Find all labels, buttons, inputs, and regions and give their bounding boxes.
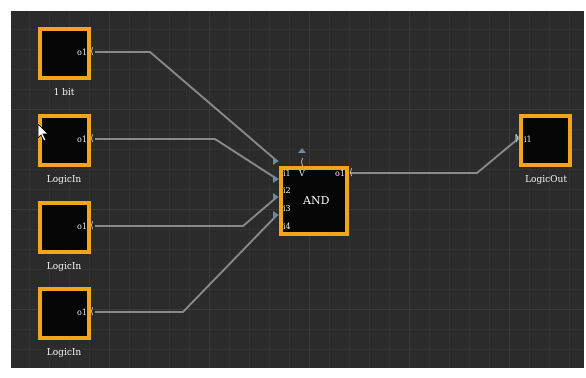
output-port-label: o1 [335,169,345,178]
input-node-1bit[interactable]: o1 [38,27,91,80]
input-port-label-i4: i4 [283,222,291,231]
input-connector-icon[interactable]: ⟩ [514,135,520,144]
mouse-cursor-icon [38,124,49,142]
node-caption: LogicIn [46,262,82,272]
output-connector-icon[interactable]: ⟨ [89,308,95,317]
node-title: AND [303,194,330,207]
output-connector-icon[interactable]: ⟨ [89,135,95,144]
output-port-label: o1 [77,135,87,144]
output-node-logicout[interactable]: i1 [519,114,572,167]
input-port-label-i1: i1 [283,169,291,178]
input-port-label: i1 [524,135,532,144]
wire-and-to-out[interactable] [350,137,520,174]
top-connector-icon[interactable]: ⟨ [299,159,305,168]
wire-in1-to-and[interactable] [95,51,278,162]
node-caption: 1 bit [53,88,75,98]
node-editor-canvas[interactable]: o1 ⟨ 1 bit o1 ⟨ LogicIn o1 ⟨ LogicIn o1 … [11,11,584,368]
output-connector-icon[interactable]: ⟨ [348,169,354,178]
input-node-logicin-2[interactable]: o1 [38,201,91,254]
node-caption: LogicIn [46,175,82,185]
input-port-label-i3: i3 [283,204,291,213]
node-caption: LogicIn [46,348,82,358]
output-connector-icon[interactable]: ⟨ [89,48,95,57]
wire-in3-to-and[interactable] [95,196,278,227]
top-port-label: V [299,169,305,178]
and-gate-node[interactable]: i1 i2 i3 i4 V o1 AND [279,166,349,236]
node-caption: LogicOut [525,175,567,185]
wire-in2-to-and[interactable] [95,138,278,180]
input-node-logicin-3[interactable]: o1 [38,287,91,340]
input-port-label-i2: i2 [283,186,291,195]
wire-in4-to-and[interactable] [95,214,278,313]
output-port-label: o1 [77,308,87,317]
output-connector-icon[interactable]: ⟨ [89,222,95,231]
output-port-label: o1 [77,222,87,231]
output-port-label: o1 [77,48,87,57]
